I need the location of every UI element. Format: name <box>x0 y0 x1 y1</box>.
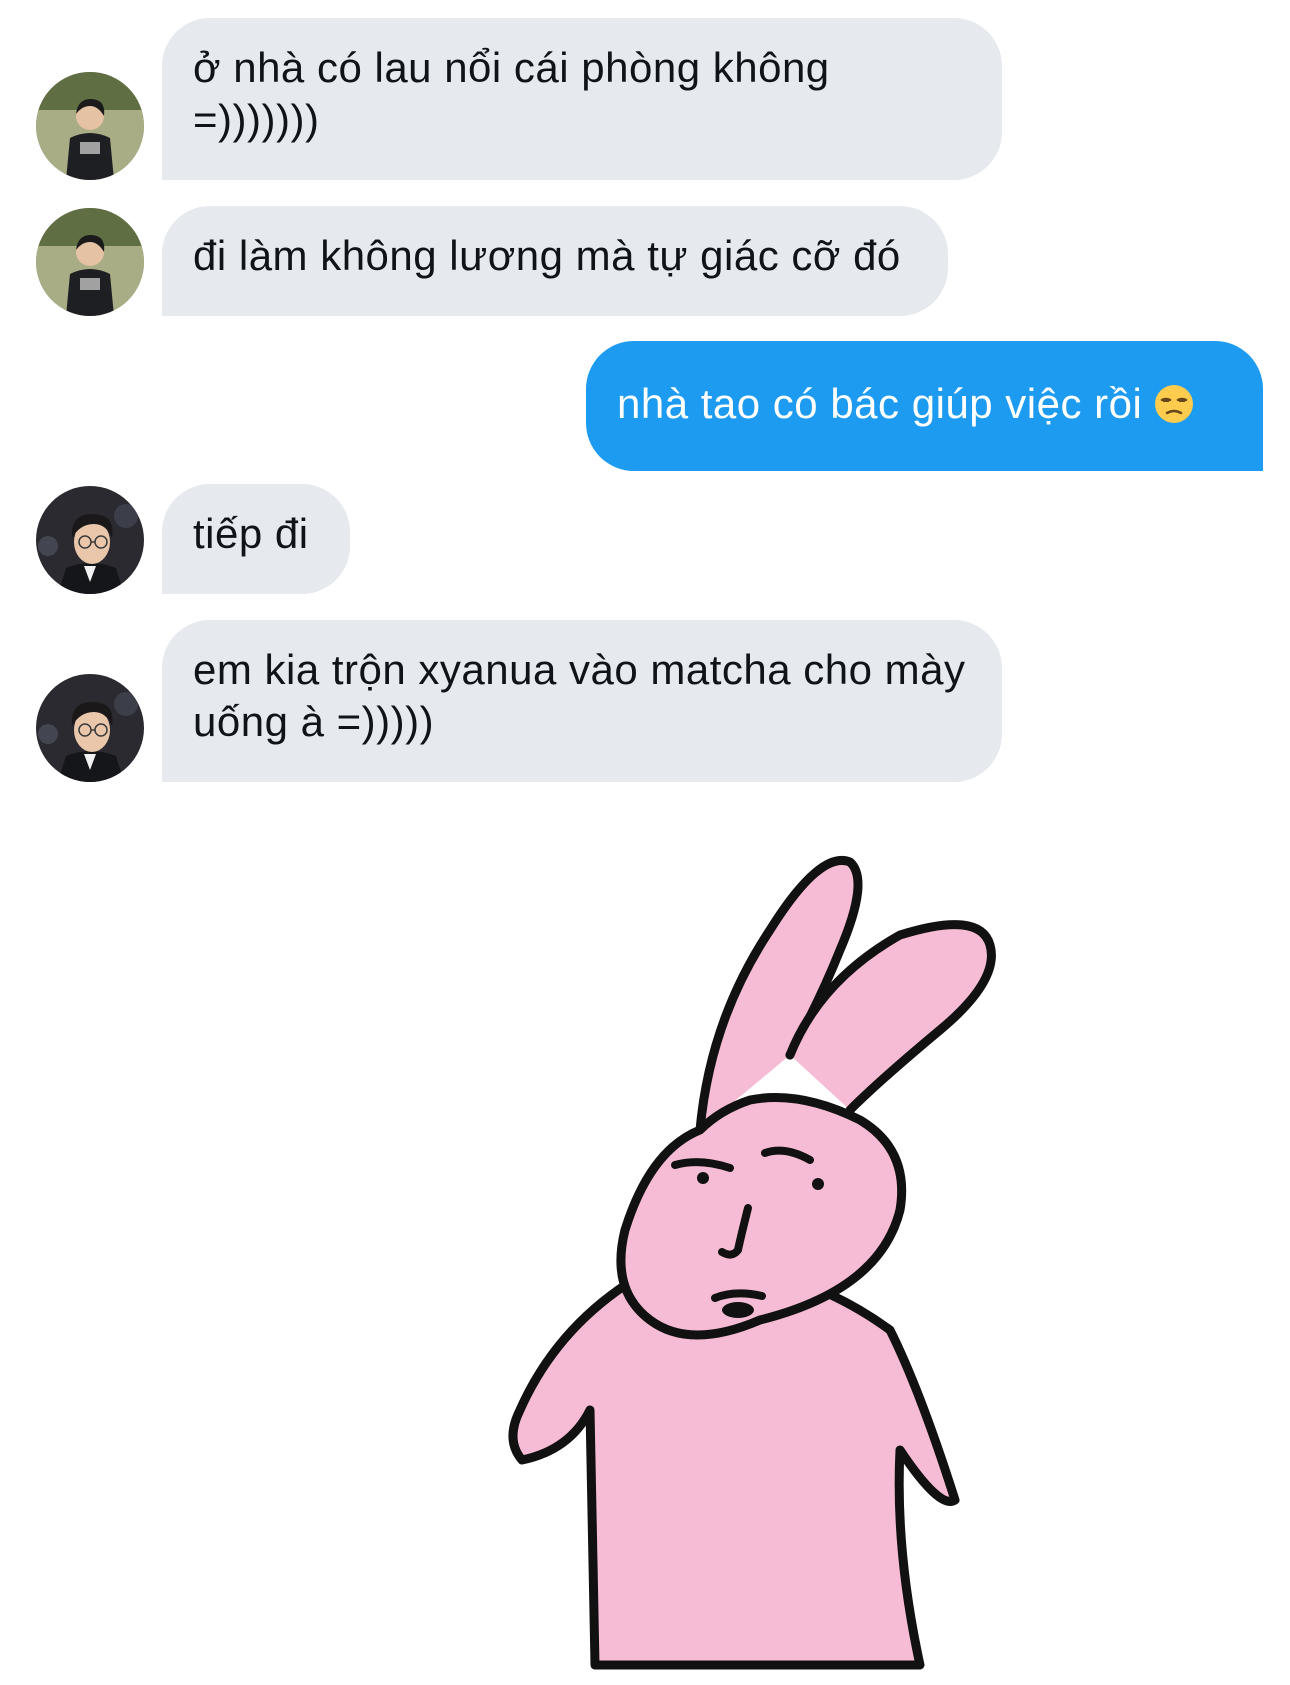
pink-rabbit-sticker[interactable] <box>500 850 1060 1670</box>
message-text: nhà tao có bác giúp việc rồi <box>617 380 1143 427</box>
message-text: em kia trộn xyanua vào matcha cho mày uố… <box>193 646 966 745</box>
message-text: tiếp đi <box>193 510 309 557</box>
message-bubble[interactable]: em kia trộn xyanua vào matcha cho mày uố… <box>162 620 1002 782</box>
sender-avatar-1[interactable] <box>36 72 144 180</box>
unamused-face-emoji <box>1154 384 1194 436</box>
sent-message-bubble[interactable]: nhà tao có bác giúp việc rồi <box>586 341 1263 471</box>
sender-avatar-2[interactable] <box>36 674 144 782</box>
message-text: đi làm không lương mà tự giác cỡ đó <box>193 232 901 279</box>
message-bubble[interactable]: tiếp đi <box>162 484 350 594</box>
message-bubble[interactable]: ở nhà có lau nổi cái phòng không =))))))… <box>162 18 1002 180</box>
sender-avatar-2[interactable] <box>36 486 144 594</box>
sender-avatar-1[interactable] <box>36 208 144 316</box>
message-text: ở nhà có lau nổi cái phòng không =))))))… <box>193 44 830 143</box>
message-bubble[interactable]: đi làm không lương mà tự giác cỡ đó <box>162 206 948 316</box>
